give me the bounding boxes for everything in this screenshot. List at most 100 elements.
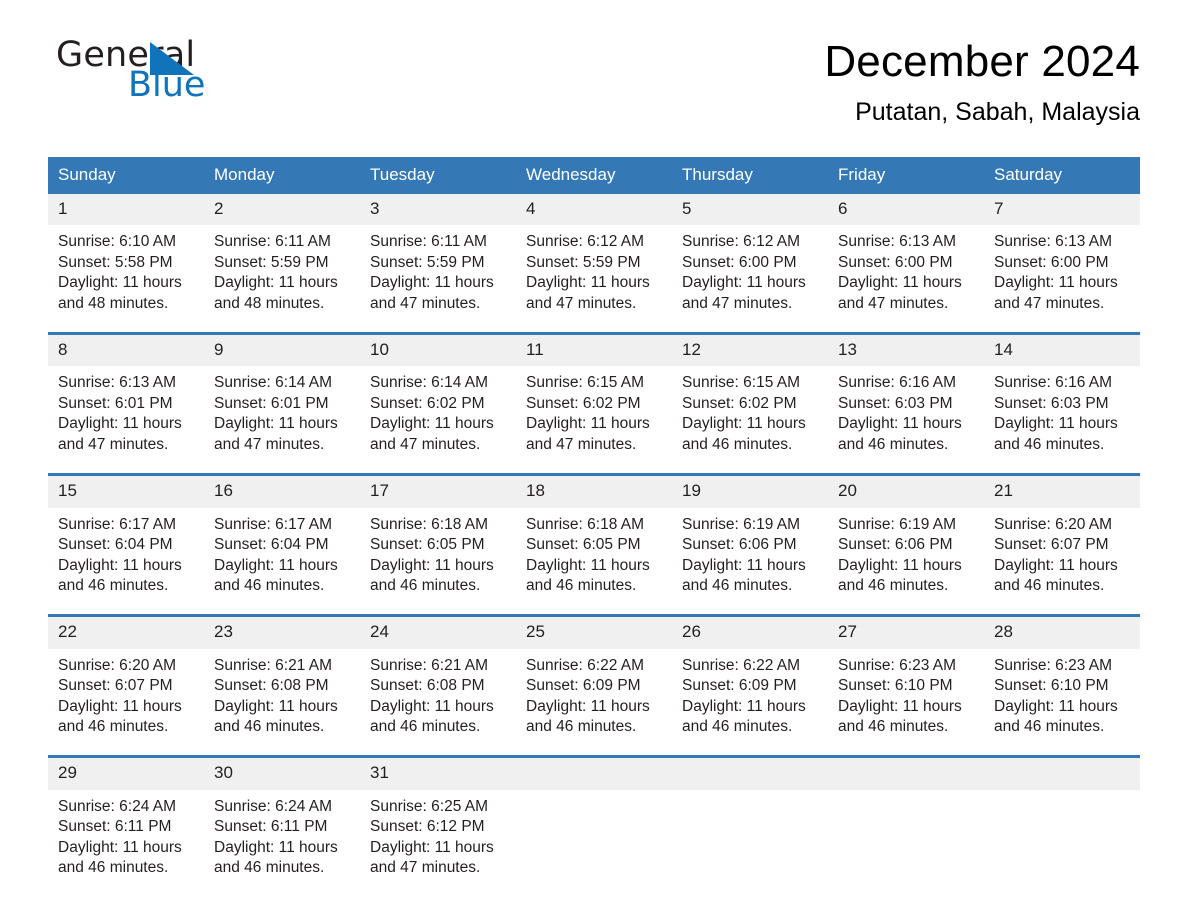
daylight-text-line2: and 48 minutes.: [214, 294, 325, 312]
day-number-cell[interactable]: 25: [516, 614, 672, 649]
day-number-cell[interactable]: 7: [984, 193, 1140, 226]
sunrise-text: Sunrise: 6:14 AM: [214, 374, 333, 392]
day-detail-cell: Sunrise: 6:13 AM Sunset: 6:00 PM Dayligh…: [984, 225, 1140, 334]
day-number-cell[interactable]: 1: [48, 193, 204, 226]
day-number-cell[interactable]: 15: [48, 472, 204, 508]
sunrise-text: Sunrise: 6:19 AM: [838, 515, 957, 533]
sunrise-text: Sunrise: 6:20 AM: [994, 515, 1113, 533]
day-number-cell[interactable]: 18: [516, 472, 672, 508]
day-number-cell[interactable]: 26: [672, 614, 828, 649]
day-number-cell[interactable]: 17: [360, 472, 516, 508]
day-number-cell[interactable]: 5: [672, 193, 828, 226]
daylight-text-line1: Daylight: 11 hours: [838, 556, 962, 574]
daylight-text-line1: Daylight: 11 hours: [214, 274, 338, 292]
day-number-cell[interactable]: 21: [984, 472, 1140, 508]
sunset-text: Sunset: 6:07 PM: [994, 536, 1109, 554]
day-detail-cell: Sunrise: 6:11 AM Sunset: 5:59 PM Dayligh…: [360, 225, 516, 334]
day-number-cell[interactable]: 10: [360, 331, 516, 367]
sunset-text: Sunset: 6:01 PM: [58, 394, 173, 412]
daylight-text-line2: and 46 minutes.: [214, 859, 325, 877]
day-detail-cell: Sunrise: 6:20 AM Sunset: 6:07 PM Dayligh…: [984, 507, 1140, 616]
sunset-text: Sunset: 6:05 PM: [370, 536, 485, 554]
day-number-cell[interactable]: 14: [984, 331, 1140, 367]
day-number-cell[interactable]: 22: [48, 614, 204, 649]
week-detail-row: Sunrise: 6:24 AM Sunset: 6:11 PM Dayligh…: [48, 789, 1140, 898]
day-number-cell[interactable]: 27: [828, 614, 984, 649]
sunrise-text: Sunrise: 6:15 AM: [682, 374, 801, 392]
sunrise-text: Sunrise: 6:12 AM: [526, 233, 645, 251]
day-number-cell[interactable]: 13: [828, 331, 984, 367]
day-number-cell[interactable]: 4: [516, 193, 672, 226]
day-number-cell[interactable]: 8: [48, 331, 204, 367]
daylight-text-line2: and 46 minutes.: [526, 577, 637, 595]
daylight-text-line2: and 46 minutes.: [838, 718, 949, 736]
day-number-cell[interactable]: 9: [204, 331, 360, 367]
day-number-cell[interactable]: 31: [360, 755, 516, 790]
daylight-text-line1: Daylight: 11 hours: [526, 415, 650, 433]
empty-day-detail-cell: [516, 789, 672, 898]
calendar-header-row: Sunday Monday Tuesday Wednesday Thursday…: [48, 157, 1140, 194]
week-daynumber-row: 1 2 3 4 5 6 7: [48, 193, 1140, 226]
day-detail-cell: Sunrise: 6:24 AM Sunset: 6:11 PM Dayligh…: [204, 789, 360, 898]
sunset-text: Sunset: 6:02 PM: [370, 394, 485, 412]
sunrise-text: Sunrise: 6:23 AM: [838, 656, 957, 674]
day-number-cell[interactable]: 19: [672, 472, 828, 508]
sunset-text: Sunset: 6:06 PM: [838, 536, 953, 554]
sunrise-text: Sunrise: 6:14 AM: [370, 374, 489, 392]
daylight-text-line1: Daylight: 11 hours: [370, 838, 494, 856]
sunset-text: Sunset: 6:09 PM: [682, 677, 797, 695]
day-detail-cell: Sunrise: 6:14 AM Sunset: 6:01 PM Dayligh…: [204, 366, 360, 475]
day-number-cell[interactable]: 6: [828, 193, 984, 226]
weekday-header-tuesday: Tuesday: [360, 157, 516, 194]
day-number-cell[interactable]: 11: [516, 331, 672, 367]
empty-day-number-cell: [672, 755, 828, 790]
day-number-cell[interactable]: 29: [48, 755, 204, 790]
day-detail-cell: Sunrise: 6:13 AM Sunset: 6:00 PM Dayligh…: [828, 225, 984, 334]
week-daynumber-row: 22 23 24 25 26 27 28: [48, 614, 1140, 649]
sunset-text: Sunset: 6:11 PM: [214, 818, 328, 836]
day-detail-cell: Sunrise: 6:10 AM Sunset: 5:58 PM Dayligh…: [48, 225, 204, 334]
day-number-cell[interactable]: 20: [828, 472, 984, 508]
week-detail-row: Sunrise: 6:17 AM Sunset: 6:04 PM Dayligh…: [48, 507, 1140, 616]
daylight-text-line2: and 46 minutes.: [994, 577, 1105, 595]
calendar-page: General Blue December 2024 Putatan, Saba…: [0, 0, 1188, 918]
day-number-cell[interactable]: 2: [204, 193, 360, 226]
sunset-text: Sunset: 6:12 PM: [370, 818, 485, 836]
sunrise-text: Sunrise: 6:11 AM: [370, 233, 487, 251]
daylight-text-line1: Daylight: 11 hours: [682, 697, 806, 715]
day-number-cell[interactable]: 23: [204, 614, 360, 649]
daylight-text-line2: and 47 minutes.: [526, 435, 637, 453]
daylight-text-line1: Daylight: 11 hours: [682, 556, 806, 574]
day-detail-cell: Sunrise: 6:16 AM Sunset: 6:03 PM Dayligh…: [828, 366, 984, 475]
day-detail-cell: Sunrise: 6:23 AM Sunset: 6:10 PM Dayligh…: [984, 648, 1140, 757]
general-blue-logo[interactable]: General Blue: [48, 38, 248, 110]
day-number-cell[interactable]: 12: [672, 331, 828, 367]
day-detail-cell: Sunrise: 6:24 AM Sunset: 6:11 PM Dayligh…: [48, 789, 204, 898]
day-number-cell[interactable]: 3: [360, 193, 516, 226]
page-subtitle: Putatan, Sabah, Malaysia: [855, 97, 1140, 126]
sunrise-sunset-calendar-table: Sunday Monday Tuesday Wednesday Thursday…: [48, 157, 1140, 898]
day-number-cell[interactable]: 28: [984, 614, 1140, 649]
daylight-text-line2: and 46 minutes.: [58, 577, 169, 595]
day-number-cell[interactable]: 24: [360, 614, 516, 649]
sunset-text: Sunset: 6:01 PM: [214, 394, 329, 412]
day-number-cell[interactable]: 16: [204, 472, 360, 508]
empty-day-number-cell: [984, 755, 1140, 790]
day-detail-cell: Sunrise: 6:13 AM Sunset: 6:01 PM Dayligh…: [48, 366, 204, 475]
day-detail-cell: Sunrise: 6:22 AM Sunset: 6:09 PM Dayligh…: [516, 648, 672, 757]
daylight-text-line2: and 48 minutes.: [58, 294, 169, 312]
sunrise-text: Sunrise: 6:19 AM: [682, 515, 801, 533]
day-number-cell[interactable]: 30: [204, 755, 360, 790]
daylight-text-line2: and 46 minutes.: [994, 435, 1105, 453]
sunset-text: Sunset: 6:02 PM: [682, 394, 797, 412]
daylight-text-line1: Daylight: 11 hours: [526, 274, 650, 292]
day-detail-cell: Sunrise: 6:23 AM Sunset: 6:10 PM Dayligh…: [828, 648, 984, 757]
sunrise-text: Sunrise: 6:21 AM: [214, 656, 333, 674]
sunset-text: Sunset: 5:59 PM: [526, 253, 641, 271]
daylight-text-line2: and 47 minutes.: [58, 435, 169, 453]
daylight-text-line1: Daylight: 11 hours: [526, 697, 650, 715]
daylight-text-line1: Daylight: 11 hours: [214, 838, 338, 856]
daylight-text-line2: and 46 minutes.: [838, 435, 949, 453]
day-detail-cell: Sunrise: 6:16 AM Sunset: 6:03 PM Dayligh…: [984, 366, 1140, 475]
daylight-text-line1: Daylight: 11 hours: [838, 274, 962, 292]
